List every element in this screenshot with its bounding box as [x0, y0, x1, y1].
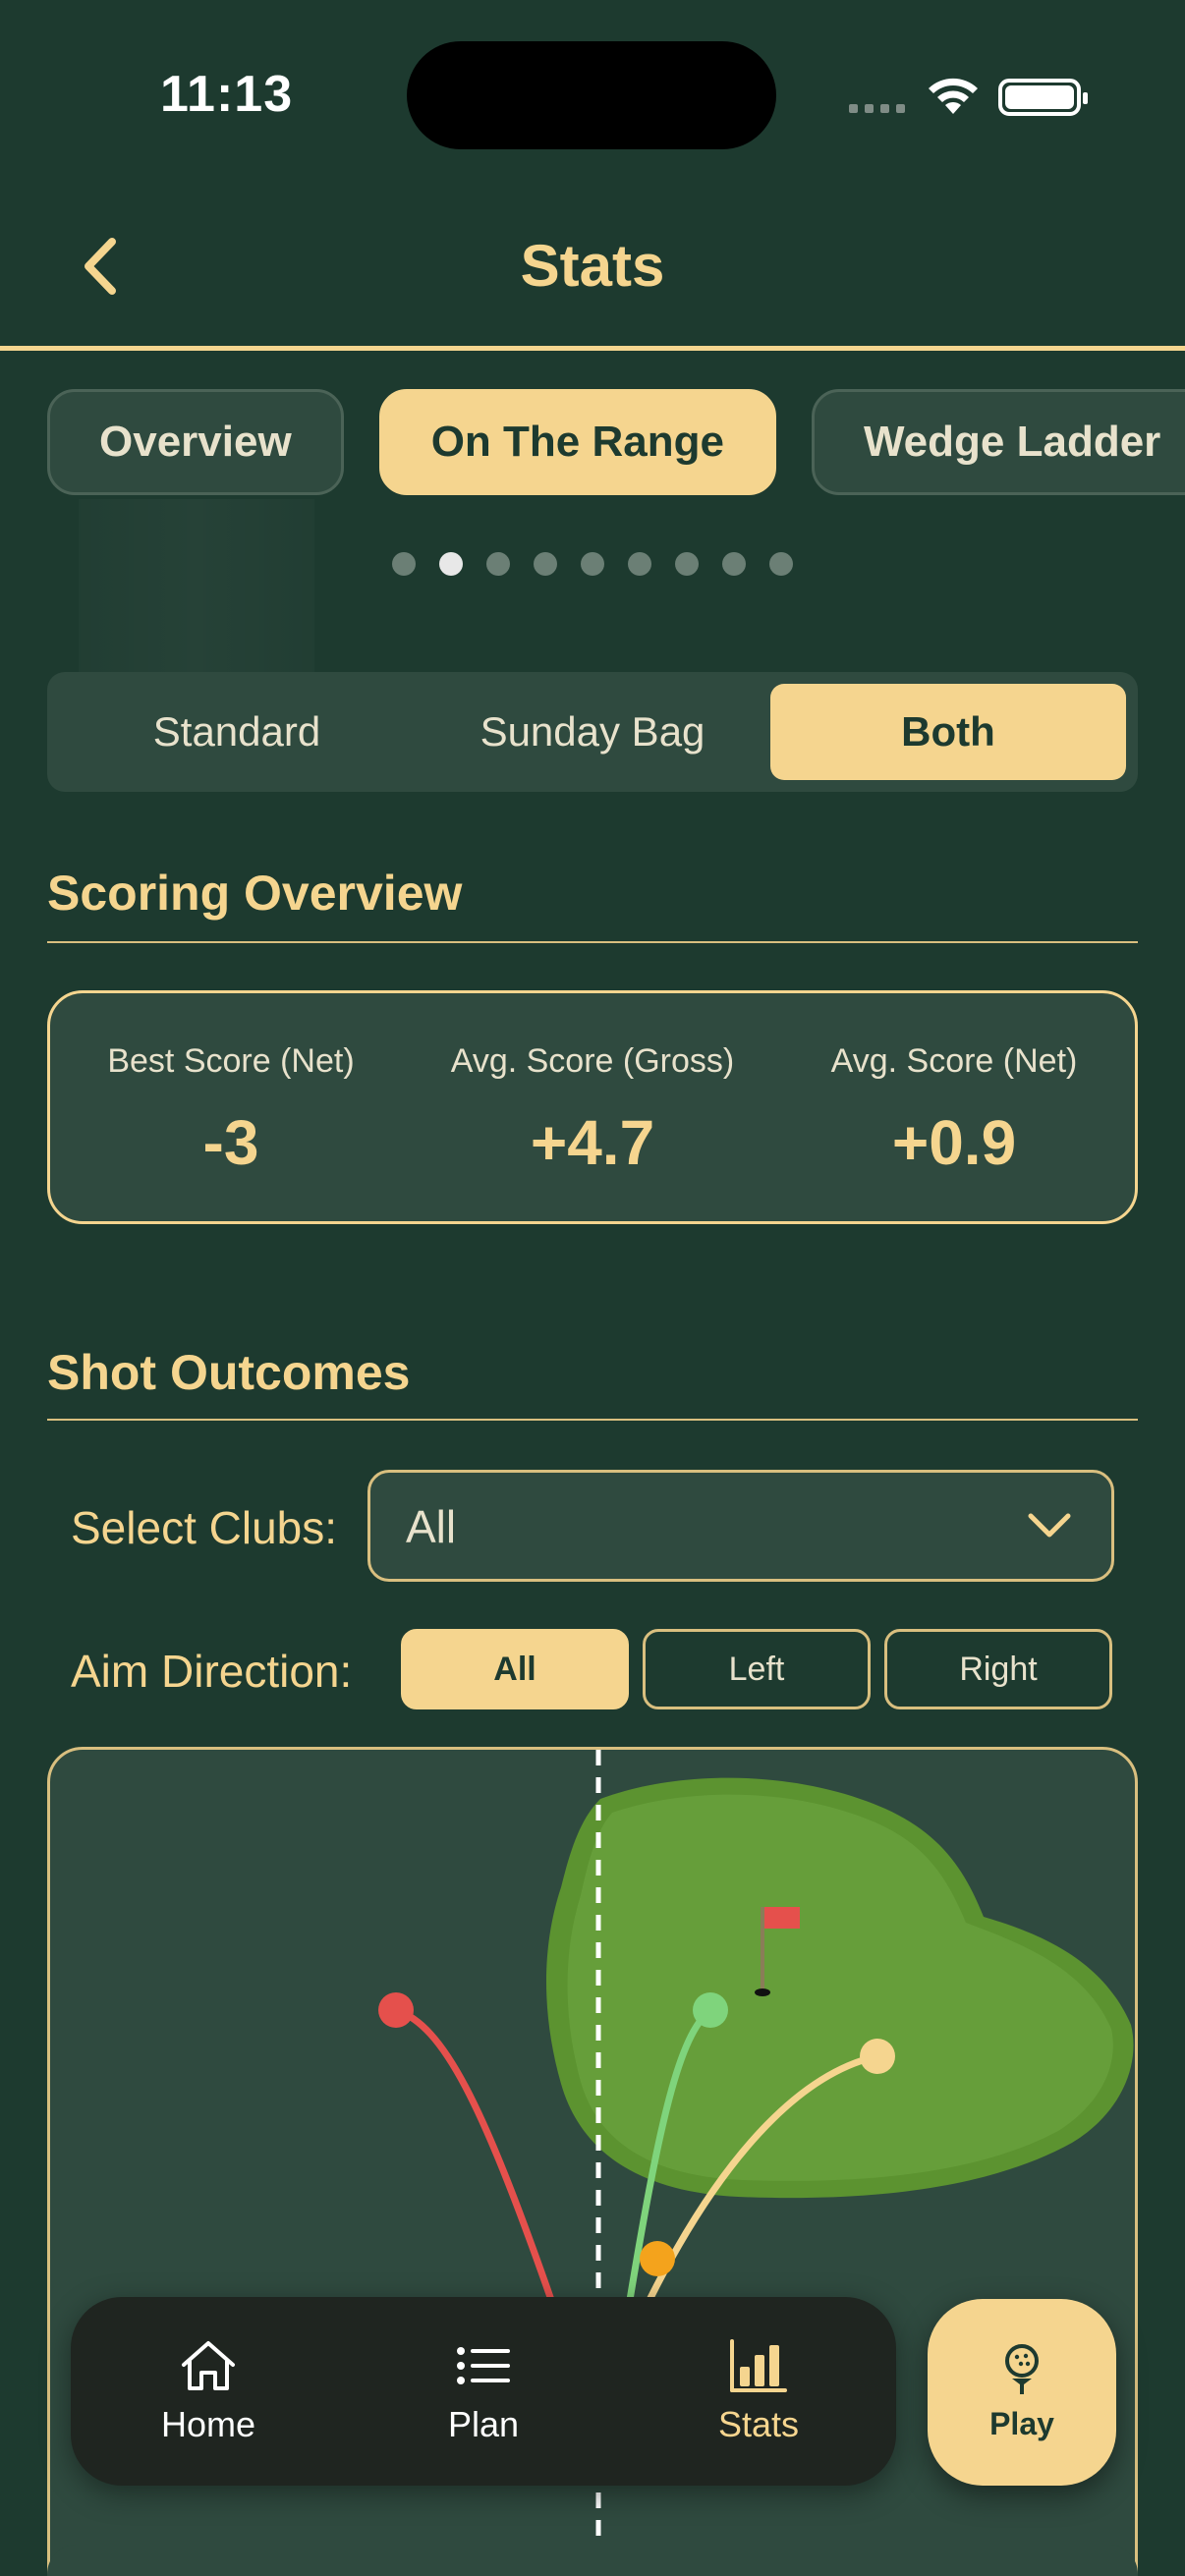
chevron-down-icon [1028, 1513, 1071, 1538]
page-dot [581, 552, 604, 576]
stats-tabs: Overview On The Range Wedge Ladder [47, 389, 1185, 495]
page-dot [534, 552, 557, 576]
wifi-icon [929, 78, 978, 114]
stat-avg-net: Avg. Score (Net) +0.9 [773, 993, 1135, 1221]
cellular-signal-icon [849, 104, 905, 113]
bar-chart-icon [730, 2339, 787, 2392]
aim-all-button[interactable]: All [401, 1629, 629, 1709]
stat-avg-gross: Avg. Score (Gross) +4.7 [412, 993, 773, 1221]
select-clubs-label: Select Clubs: [71, 1502, 338, 1553]
page-dot [769, 552, 793, 576]
tabbar-plan[interactable]: Plan [385, 2337, 582, 2445]
aim-direction-options: All Left Right [401, 1629, 1112, 1709]
tabbar-label: Home [160, 2404, 256, 2444]
page-dot [628, 552, 651, 576]
select-clubs-value: All [406, 1501, 457, 1552]
bag-segmented-control: Standard Sunday Bag Both [47, 672, 1138, 792]
page-dot [722, 552, 746, 576]
page-title: Stats [520, 233, 665, 299]
status-time: 11:13 [160, 66, 294, 123]
section-divider [47, 1419, 1138, 1421]
stat-value: -3 [202, 1107, 259, 1178]
stat-label: Avg. Score (Gross) [450, 1042, 735, 1080]
tab-wedge-ladder[interactable]: Wedge Ladder [811, 389, 1185, 495]
aim-right-button[interactable]: Right [884, 1629, 1112, 1709]
tabbar-label: Plan [447, 2404, 520, 2444]
tabbar-stats[interactable]: Stats [660, 2337, 857, 2445]
scoring-card: Best Score (Net) -3 Avg. Score (Gross) +… [47, 990, 1138, 1224]
segment-standard[interactable]: Standard [59, 684, 415, 780]
page-dot [486, 552, 510, 576]
bottom-tab-bar: Home Plan Stats [71, 2297, 896, 2486]
shot-landing-green [693, 1992, 728, 2028]
flag-icon [764, 1907, 800, 1929]
stat-label: Avg. Score (Net) [830, 1042, 1078, 1080]
select-clubs-dropdown[interactable]: All [367, 1470, 1114, 1582]
play-label: Play [989, 2405, 1054, 2441]
aim-direction-label: Aim Direction: [71, 1646, 353, 1697]
page-dot-active [439, 552, 463, 576]
nav-header: Stats [0, 196, 1185, 352]
hole-cup [755, 1988, 770, 1996]
list-icon [457, 2347, 510, 2384]
shot-outcomes-title: Shot Outcomes [47, 1345, 411, 1400]
shot-landing-yellow [860, 2039, 895, 2074]
segment-sunday-bag[interactable]: Sunday Bag [415, 684, 770, 780]
stat-best-net: Best Score (Net) -3 [50, 993, 412, 1221]
battery-icon [998, 79, 1088, 116]
putting-green-inner [567, 1794, 1113, 2181]
scoring-overview-title: Scoring Overview [47, 866, 463, 921]
page-dot [675, 552, 699, 576]
play-button[interactable]: Play [928, 2299, 1116, 2486]
tab-overview[interactable]: Overview [47, 389, 344, 495]
tab-shadow [79, 499, 314, 676]
page-indicator[interactable] [0, 552, 1185, 576]
stat-label: Best Score (Net) [107, 1042, 355, 1080]
stat-value: +0.9 [891, 1107, 1017, 1178]
stat-value: +4.7 [530, 1107, 655, 1178]
dynamic-island [407, 41, 776, 149]
home-icon [182, 2341, 235, 2390]
page-dot [392, 552, 416, 576]
shot-landing-orange [640, 2241, 675, 2276]
status-bar: 11:13 [0, 0, 1185, 187]
tabbar-home[interactable]: Home [110, 2337, 307, 2445]
shot-path-red [392, 2006, 555, 2304]
tab-on-the-range[interactable]: On The Range [378, 389, 776, 495]
segment-both[interactable]: Both [770, 684, 1126, 780]
next-card-edge [47, 2545, 1138, 2576]
aim-left-button[interactable]: Left [643, 1629, 871, 1709]
section-divider [47, 941, 1138, 943]
golf-ball-tee-icon [1005, 2343, 1039, 2394]
header-divider [0, 346, 1185, 351]
shot-landing-red [378, 1992, 414, 2028]
tabbar-label: Stats [717, 2404, 800, 2444]
